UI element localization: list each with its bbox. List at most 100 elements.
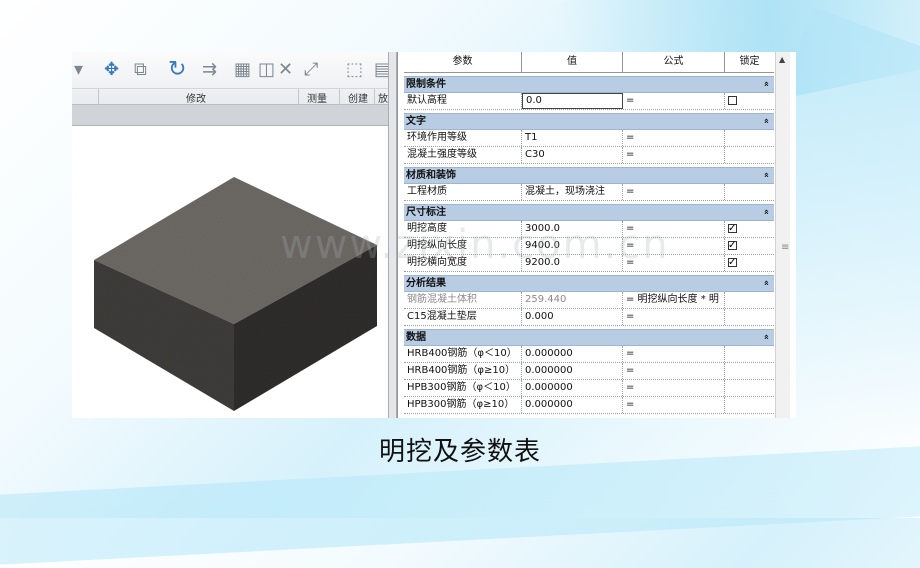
rotate-icon[interactable]: ↻ <box>168 55 186 85</box>
table-row: 默认高程 0.0 = <box>404 93 774 110</box>
param-formula-field[interactable]: = <box>623 380 725 396</box>
section-title: 限制条件 <box>406 79 446 90</box>
lock-checkbox[interactable] <box>728 238 737 254</box>
array-icon[interactable]: ▦ <box>234 55 251 85</box>
screenshot-panel: ▾ ✥ ⧉ ↻ ⇉ ▦ ◫ ✕ ⤢ ⬚ ▤ 修改 测量 创建 放 参数 值 公式… <box>72 52 796 418</box>
section-header[interactable]: 分析结果 » <box>404 275 774 292</box>
ribbon-separator <box>374 89 375 105</box>
table-row: 混凝土强度等级 C30 = <box>404 147 774 164</box>
lock-cell <box>725 130 774 146</box>
section-title: 尺寸标注 <box>406 207 446 218</box>
lock-cell <box>725 147 774 163</box>
param-name: HRB400钢筋（φ≥10） <box>404 363 522 379</box>
section-title: 材质和装饰 <box>406 170 456 181</box>
ribbon-group-modify: 修改 <box>186 94 206 105</box>
param-value-field[interactable]: 0.000000 <box>522 397 623 413</box>
param-value-field[interactable]: 0.0 <box>522 93 623 109</box>
lock-cell <box>725 363 774 379</box>
lock-cell <box>725 380 774 396</box>
collapse-icon[interactable]: » <box>760 81 774 87</box>
section-header[interactable]: 尺寸标注 » <box>404 204 774 221</box>
section-title: 分析结果 <box>406 278 446 289</box>
slide-caption: 明挖及参数表 <box>378 437 541 467</box>
param-formula-field[interactable]: = <box>623 130 725 146</box>
collapse-icon[interactable]: » <box>760 172 774 178</box>
section-header[interactable]: 文字 » <box>404 113 774 130</box>
param-formula-field[interactable]: = <box>623 346 725 362</box>
param-name: 混凝土强度等级 <box>404 147 522 163</box>
lock-cell <box>725 255 774 271</box>
collapse-icon[interactable]: » <box>760 280 774 286</box>
param-formula-field[interactable]: = <box>623 147 725 163</box>
table-row: 钢筋混凝土体积 259.440 = 明挖纵向长度 * 明 <box>404 292 774 309</box>
scroll-up-icon[interactable]: ▲ <box>779 55 785 64</box>
ribbon-icon-row: ▾ ✥ ⧉ ↻ ⇉ ▦ ◫ ✕ ⤢ ⬚ ▤ <box>72 55 391 89</box>
table-row: HRB400钢筋（φ≥10） 0.000000 = <box>404 363 774 380</box>
column-header-param[interactable]: 参数 <box>404 52 522 72</box>
param-value-field[interactable]: 0.000000 <box>522 346 623 362</box>
param-name: 工程材质 <box>404 184 522 200</box>
scroll-grip-icon[interactable]: ≡ <box>781 242 789 253</box>
table-row: 环境作用等级 T1 = <box>404 130 774 147</box>
param-name: 环境作用等级 <box>404 130 522 146</box>
param-name: HRB400钢筋（φ＜10） <box>404 346 522 362</box>
collapse-icon[interactable]: » <box>760 118 774 124</box>
collapse-icon[interactable]: » <box>760 209 774 215</box>
column-header-formula[interactable]: 公式 <box>623 52 725 72</box>
param-value-field[interactable]: 0.000000 <box>522 363 623 379</box>
section-header[interactable]: 数据 » <box>404 329 774 346</box>
column-header-lock[interactable]: 锁定 <box>725 52 774 72</box>
param-name: C15混凝土垫层 <box>404 309 522 325</box>
section-title: 文字 <box>406 116 426 127</box>
param-name: 钢筋混凝土体积 <box>404 292 522 308</box>
lock-cell <box>725 221 774 237</box>
ribbon-group-place: 放 <box>378 94 388 105</box>
dropdown-icon[interactable]: ▾ <box>74 55 83 85</box>
measure-icon[interactable]: ⤢ <box>304 55 318 85</box>
3d-viewport[interactable] <box>72 126 388 418</box>
lock-checkbox[interactable] <box>728 255 737 271</box>
param-value-field[interactable]: 0.000000 <box>522 380 623 396</box>
column-header-value[interactable]: 值 <box>522 52 623 72</box>
param-formula-field[interactable]: = 明挖纵向长度 * 明 <box>623 292 725 308</box>
param-formula-field[interactable]: = <box>623 93 725 109</box>
lock-cell <box>725 346 774 362</box>
lock-cell <box>725 309 774 325</box>
lock-checkbox[interactable] <box>728 221 737 237</box>
lock-cell <box>725 93 774 109</box>
align-icon[interactable]: ⇉ <box>202 55 217 85</box>
param-value-field[interactable]: C30 <box>522 147 623 163</box>
ribbon-group-measure: 测量 <box>307 94 327 105</box>
lock-cell <box>725 184 774 200</box>
lock-checkbox[interactable] <box>728 96 737 105</box>
param-value-field[interactable]: 混凝土，现场浇注 <box>522 184 623 200</box>
copy-icon[interactable]: ⧉ <box>134 55 147 85</box>
param-value-field[interactable]: T1 <box>522 130 623 146</box>
table-row: C15混凝土垫层 0.000 = <box>404 309 774 326</box>
table-row: HRB400钢筋（φ＜10） 0.000000 = <box>404 346 774 363</box>
create-group-icon[interactable]: ⬚ <box>346 55 363 85</box>
param-formula-field[interactable]: = <box>623 363 725 379</box>
vertical-scrollbar[interactable]: ▲ ≡ <box>775 52 790 418</box>
param-value-field[interactable]: 0.000 <box>522 309 623 325</box>
section-header[interactable]: 材质和装饰 » <box>404 167 774 184</box>
section-title: 数据 <box>406 332 426 343</box>
delete-icon[interactable]: ✕ <box>278 55 293 85</box>
ribbon-group-labels: 修改 测量 创建 放 <box>72 88 388 105</box>
move-icon[interactable]: ✥ <box>104 55 119 85</box>
ribbon-separator <box>298 89 299 105</box>
param-formula-field[interactable]: = <box>623 397 725 413</box>
param-formula-field[interactable]: = <box>623 184 725 200</box>
param-value-field[interactable]: 259.440 <box>522 292 623 308</box>
concrete-block-model <box>94 177 377 411</box>
collapse-icon[interactable]: » <box>760 334 774 340</box>
scale-icon[interactable]: ◫ <box>258 55 275 85</box>
param-name: HPB300钢筋（φ≥10） <box>404 397 522 413</box>
param-formula-field[interactable]: = <box>623 309 725 325</box>
ribbon-separator <box>98 89 99 105</box>
ribbon-separator <box>339 89 340 105</box>
table-row: 工程材质 混凝土，现场浇注 = <box>404 184 774 201</box>
lock-cell <box>725 292 774 308</box>
ribbon-toolbar: ▾ ✥ ⧉ ↻ ⇉ ▦ ◫ ✕ ⤢ ⬚ ▤ 修改 测量 创建 放 <box>72 52 391 105</box>
section-header[interactable]: 限制条件 » <box>404 76 774 93</box>
